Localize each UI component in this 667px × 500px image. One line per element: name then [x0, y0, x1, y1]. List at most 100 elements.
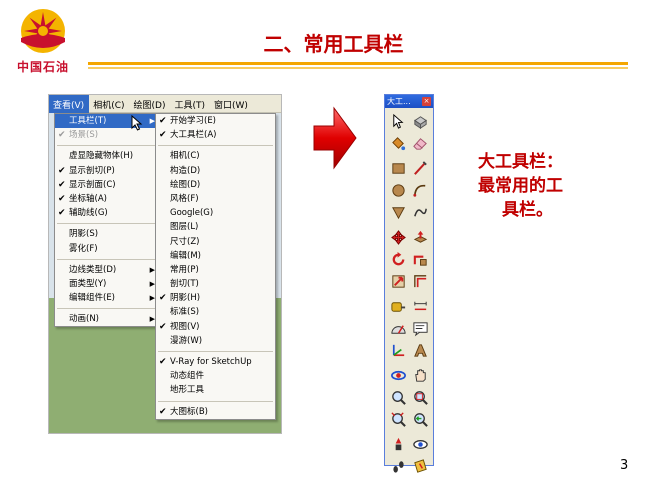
- move-icon: [391, 230, 406, 245]
- tape-measure-button[interactable]: [388, 296, 409, 317]
- previous-view-button[interactable]: [410, 409, 431, 430]
- menu-item[interactable]: 编辑组件(E) ▶: [55, 291, 159, 305]
- dimension-icon: [414, 301, 427, 311]
- menu-item-label: 场景(S): [69, 130, 99, 141]
- make-component-button[interactable]: [410, 111, 431, 132]
- zoom-button[interactable]: [388, 387, 409, 408]
- menu-separator: [57, 145, 157, 147]
- zoom-window-button[interactable]: [410, 387, 431, 408]
- menu-item[interactable]: 相机(C): [156, 149, 275, 163]
- menu-item[interactable]: ✔ 显示剖切(P): [55, 164, 159, 178]
- text-icon: [413, 322, 428, 337]
- menu-item-label: 常用(P): [170, 264, 199, 275]
- menu-item[interactable]: ✔ 开始学习(E): [156, 114, 275, 128]
- menu-item[interactable]: 漫游(W): [156, 334, 275, 348]
- menubar-item[interactable]: 窗口(W): [210, 95, 253, 113]
- menu-item[interactable]: 阴影(S): [55, 227, 159, 241]
- menu-item[interactable]: 图层(L): [156, 220, 275, 234]
- circle-button[interactable]: [388, 180, 409, 201]
- menubar-item[interactable]: 查看(V): [49, 95, 90, 113]
- section-plane-button[interactable]: [410, 456, 431, 477]
- dimension-button[interactable]: [410, 296, 431, 317]
- menu-item[interactable]: 虚显隐藏物体(H): [55, 149, 159, 163]
- menu-item[interactable]: 雾化(F): [55, 242, 159, 256]
- menu-item-label: 开始学习(E): [170, 116, 217, 126]
- line-button[interactable]: [410, 158, 431, 179]
- menubar: 查看(V) 相机(C) 绘图(D) 工具(T) 窗口(W): [49, 95, 281, 113]
- menu-item[interactable]: 风格(F): [156, 192, 275, 206]
- menu-item[interactable]: 标准(S): [156, 305, 275, 319]
- menu-item[interactable]: ✔ 大图标(B): [156, 405, 275, 419]
- menu-item[interactable]: ✔ V-Ray for SketchUp: [156, 355, 275, 369]
- polygon-button[interactable]: [388, 202, 409, 223]
- menubar-item[interactable]: 绘图(D): [130, 95, 171, 113]
- freehand-icon: [414, 208, 427, 217]
- arc-icon: [413, 184, 426, 197]
- caption-line-1: 大工具栏：: [478, 152, 563, 172]
- menu-item[interactable]: 地形工具: [156, 383, 275, 397]
- scale-button[interactable]: [388, 271, 409, 292]
- axes-button[interactable]: [388, 340, 409, 361]
- paint-bucket-button[interactable]: [388, 133, 409, 154]
- menu-item[interactable]: 面类型(Y) ▶: [55, 277, 159, 291]
- close-icon[interactable]: ×: [422, 97, 431, 106]
- menu-item[interactable]: 尺寸(Z): [156, 235, 275, 249]
- menubar-item[interactable]: 工具(T): [170, 95, 210, 113]
- toolbar-group: [388, 365, 432, 430]
- menu-item[interactable]: ✔ 辅助线(G): [55, 206, 159, 220]
- large-toolset-toolbar[interactable]: 大工... ×: [384, 94, 434, 473]
- rectangle-button[interactable]: [388, 158, 409, 179]
- select-button[interactable]: [388, 111, 409, 132]
- 3d-text-button[interactable]: [410, 340, 431, 361]
- rotate-button[interactable]: [388, 249, 409, 270]
- menu-item[interactable]: 绘图(D): [156, 178, 275, 192]
- scale-icon: [392, 275, 405, 288]
- zoom-extents-icon: [391, 412, 406, 427]
- arc-button[interactable]: [410, 180, 431, 201]
- rectangle-icon: [392, 163, 405, 174]
- toolbar-titlebar[interactable]: 大工... ×: [385, 95, 433, 108]
- menu-item[interactable]: 工具栏(T) ▶: [55, 114, 159, 129]
- orbit-button[interactable]: [388, 365, 409, 386]
- follow-me-button[interactable]: [410, 249, 431, 270]
- section-plane-icon: [414, 459, 427, 473]
- menu-item[interactable]: 剖切(T): [156, 277, 275, 291]
- protractor-button[interactable]: [388, 318, 409, 339]
- menu-item[interactable]: ✔ 显示剖面(C): [55, 178, 159, 192]
- menubar-item[interactable]: 相机(C): [89, 95, 129, 113]
- move-button[interactable]: [388, 227, 409, 248]
- menu-item[interactable]: 编辑(M): [156, 249, 275, 263]
- page-number: 3: [620, 458, 629, 473]
- title-divider: [88, 62, 628, 65]
- eraser-button[interactable]: [410, 133, 431, 154]
- offset-button[interactable]: [410, 271, 431, 292]
- look-around-button[interactable]: [410, 434, 431, 455]
- menu-item[interactable]: 构造(D): [156, 164, 275, 178]
- menu-item[interactable]: 边线类型(D) ▶: [55, 263, 159, 277]
- menu-item-label: 阴影(S): [69, 229, 99, 240]
- text-button[interactable]: [410, 318, 431, 339]
- toolbar-group: [388, 111, 432, 154]
- menu-item[interactable]: 常用(P): [156, 263, 275, 277]
- pan-button[interactable]: [410, 365, 431, 386]
- menu-item[interactable]: ✔ 视图(V): [156, 320, 275, 334]
- push-pull-button[interactable]: [410, 227, 431, 248]
- menu-item[interactable]: 动画(N) ▶: [55, 312, 159, 326]
- freehand-button[interactable]: [410, 202, 431, 223]
- position-camera-button[interactable]: [388, 434, 409, 455]
- menu-item[interactable]: ✔ 坐标轴(A): [55, 192, 159, 206]
- position-camera-icon: [395, 437, 402, 451]
- menu-item-label: 编辑(M): [170, 250, 201, 261]
- menu-item-label: 地形工具: [170, 385, 205, 396]
- menu-item[interactable]: ✔ 阴影(H): [156, 291, 275, 305]
- walk-button[interactable]: [388, 456, 409, 477]
- menu-item[interactable]: Google(G): [156, 206, 275, 220]
- zoom-extents-button[interactable]: [388, 409, 409, 430]
- menu-item-label: 剖切(T): [170, 279, 199, 290]
- menu-item[interactable]: 动态组件: [156, 369, 275, 383]
- view-menu: 工具栏(T) ▶ ✔ 场景(S) 虚显隐藏物体(H) ✔ 显示剖切(P) ✔ 显示剖面(C) ✔ 坐…: [54, 113, 160, 328]
- menu-separator: [57, 258, 157, 260]
- menu-item[interactable]: ✔ 大工具栏(A): [156, 128, 275, 142]
- select-icon: [393, 113, 404, 129]
- menu-item-label: 阴影(H): [170, 293, 201, 304]
